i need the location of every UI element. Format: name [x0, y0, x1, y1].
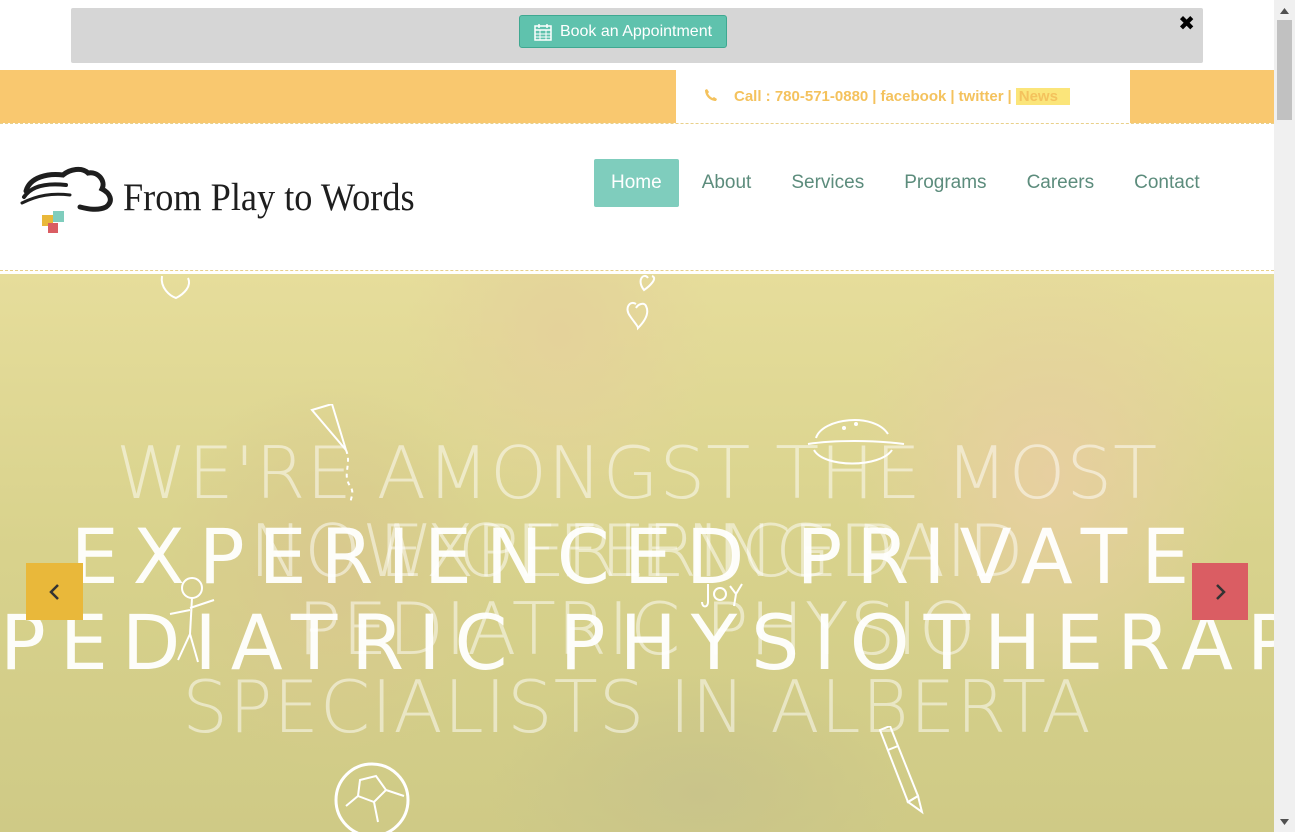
hero-slider: WE'RE AMONGST THE MOST NOW OFFERING PAID… — [0, 274, 1274, 832]
slider-next-button[interactable] — [1192, 563, 1248, 620]
chevron-right-icon — [1216, 583, 1226, 600]
scrollbar[interactable] — [1274, 0, 1295, 832]
nav-item-about[interactable]: About — [685, 159, 769, 207]
heart-doodle — [626, 274, 656, 331]
nav-item-programs[interactable]: Programs — [887, 159, 1003, 207]
nav-item-contact[interactable]: Contact — [1117, 159, 1216, 207]
facebook-link[interactable]: facebook — [880, 88, 946, 105]
contact-info: Call : 780-571-0880 | facebook | twitter… — [676, 70, 1130, 123]
hero-faded-line: WE'RE AMONGST THE MOST — [115, 431, 1159, 515]
booking-bar: Book an Appointment ✖ — [71, 8, 1203, 63]
hero-heading-line: PEDIATRIC PHYSIOTHERAPY — [0, 598, 1274, 687]
heart-doodle — [160, 275, 190, 300]
news-link[interactable]: News — [1015, 88, 1070, 105]
scroll-down-arrow-icon[interactable] — [1274, 813, 1295, 830]
book-appointment-label: Book an Appointment — [559, 22, 713, 40]
divider — [0, 270, 1274, 271]
hero-heading-line: EXPERIENCED PRIVATE — [70, 512, 1204, 601]
contact-bar: Call : 780-571-0880 | facebook | twitter… — [0, 70, 1274, 123]
main-nav: Home About Services Programs Careers Con… — [594, 159, 1217, 207]
chevron-left-icon — [48, 583, 59, 600]
book-appointment-button[interactable]: Book an Appointment — [519, 15, 727, 48]
divider — [0, 123, 1274, 124]
call-link[interactable]: Call : 780-571-0880 — [734, 88, 868, 105]
slider-prev-button[interactable] — [26, 563, 83, 620]
scroll-up-arrow-icon[interactable] — [1274, 2, 1295, 19]
logo[interactable]: From Play to Words — [18, 163, 428, 235]
separator: | — [872, 88, 877, 105]
nav-item-home[interactable]: Home — [594, 159, 679, 207]
nav-item-careers[interactable]: Careers — [1010, 159, 1112, 207]
phone-icon — [704, 88, 718, 106]
logo-graphic — [20, 166, 113, 233]
ball-doodle — [334, 762, 410, 832]
separator: | — [1007, 88, 1012, 105]
logo-text: From Play to Words — [123, 176, 415, 219]
separator: | — [950, 88, 955, 105]
twitter-link[interactable]: twitter — [959, 88, 1004, 105]
nav-item-services[interactable]: Services — [774, 159, 881, 207]
scrollbar-thumb[interactable] — [1277, 20, 1292, 120]
calendar-icon — [534, 23, 552, 41]
close-icon[interactable]: ✖ — [1178, 11, 1195, 35]
hero-heading: EXPERIENCED PRIVATE PEDIATRIC PHYSIOTHER… — [0, 514, 1274, 686]
